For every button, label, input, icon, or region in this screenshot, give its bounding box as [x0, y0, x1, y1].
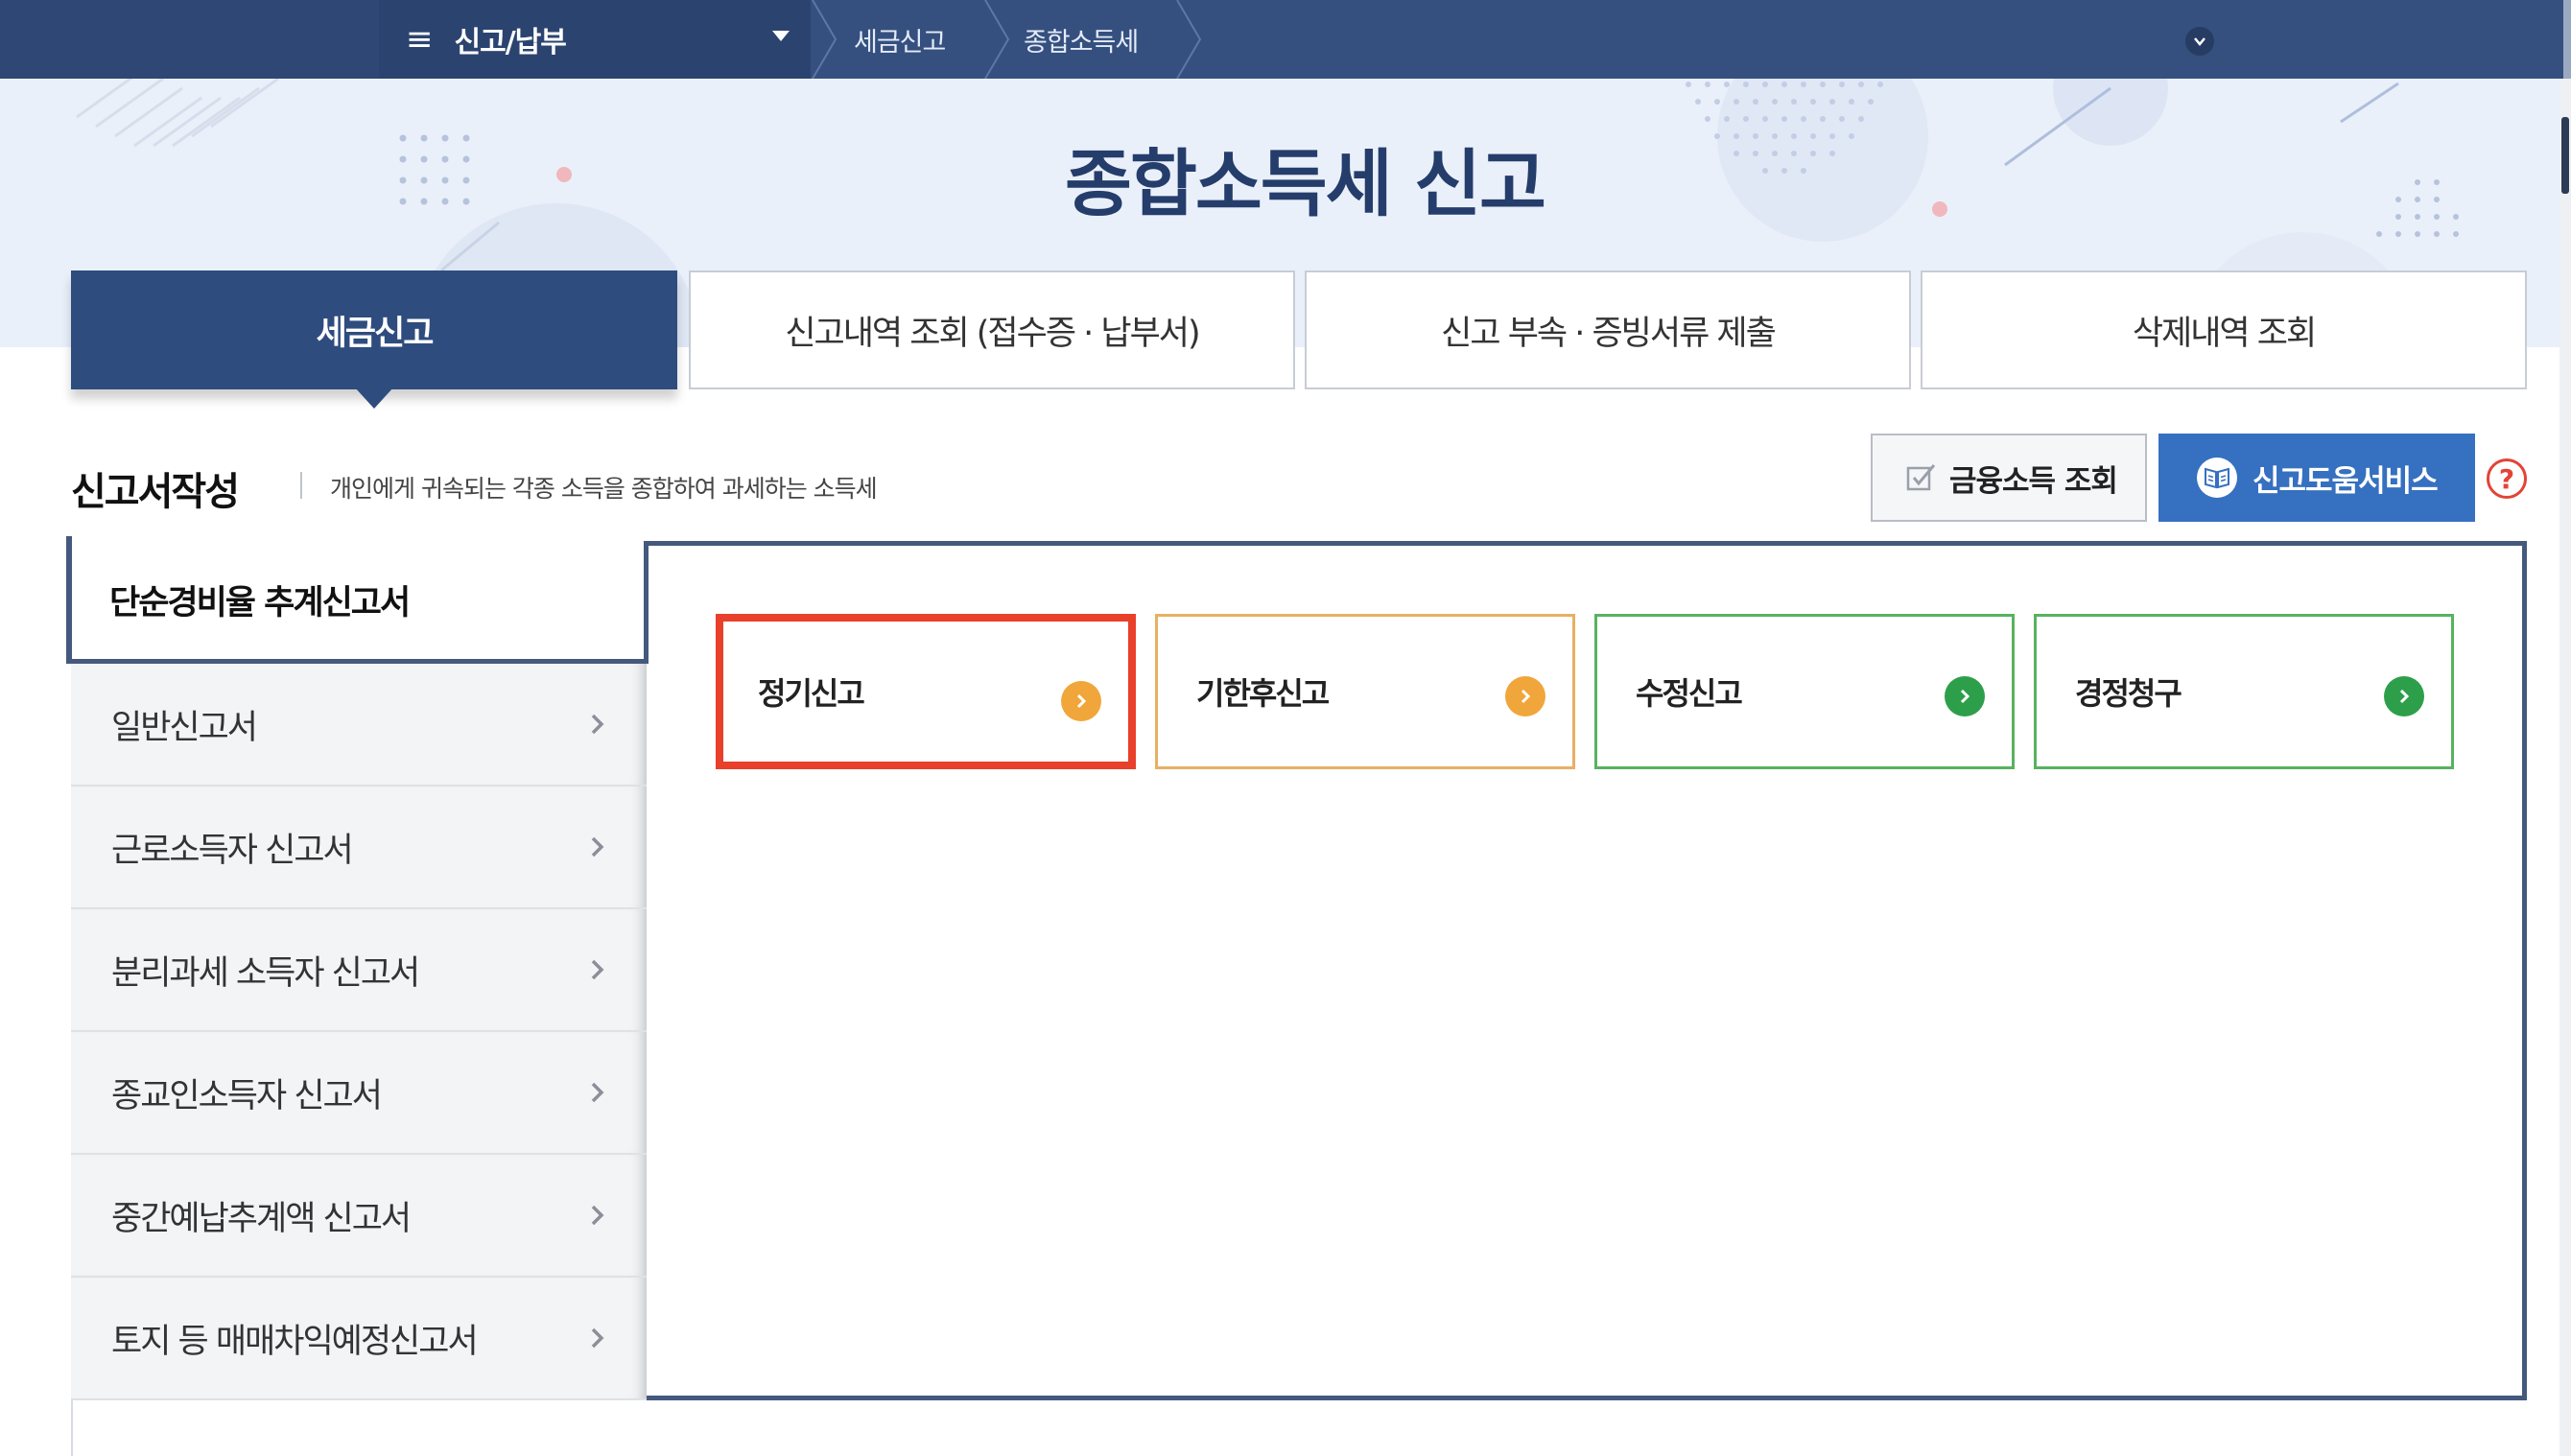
breadcrumb-separator-icon	[811, 0, 839, 80]
main-menu-label: 신고/납부	[454, 26, 567, 59]
card-correction-claim[interactable]: 경정청구	[2034, 614, 2454, 769]
sidebar-item-wage-earner-report[interactable]: 근로소득자 신고서	[71, 787, 647, 909]
tab-deletion-history[interactable]: 삭제내역 조회	[1921, 270, 2527, 389]
chevron-right-icon	[591, 1205, 604, 1226]
breadcrumb-separator-icon	[1175, 0, 1204, 80]
chevron-right-icon	[591, 836, 604, 857]
book-icon	[2197, 458, 2237, 498]
tab-tax-report[interactable]: 세금신고	[71, 270, 677, 409]
sidebar-item-label: 중간예납추계액 신고서	[111, 1199, 412, 1238]
financial-income-inquiry-button[interactable]: 금융소득 조회	[1871, 434, 2147, 522]
page-title: 종합소득세 신고	[1065, 141, 1546, 226]
arrow-right-circle-icon	[1505, 676, 1545, 716]
tab-attachment-submission[interactable]: 신고 부속 · 증빙서류 제출	[1305, 270, 1911, 389]
breadcrumb-separator-icon	[983, 0, 1012, 80]
card-label: 경정청구	[2075, 675, 2182, 712]
sidebar-item-label: 근로소득자 신고서	[111, 831, 354, 870]
filing-help-service-label: 신고도움서비스	[2253, 463, 2439, 499]
checkbox-edit-icon	[1906, 464, 1936, 491]
sidebar-item-simple-expense-rate[interactable]: 단순경비율 추계신고서	[66, 536, 649, 664]
card-amended-report[interactable]: 수정신고	[1594, 614, 2015, 769]
card-label: 수정신고	[1636, 675, 1743, 712]
section-divider	[300, 472, 302, 499]
sidebar-item-label: 단순경비율 추계신고서	[109, 584, 411, 622]
arrow-right-circle-icon	[1945, 676, 1985, 716]
nav-scroll-edge	[2563, 0, 2571, 79]
active-tab-pointer-icon	[355, 387, 393, 409]
section-description: 개인에게 귀속되는 각종 소득을 종합하여 과세하는 소득세	[330, 475, 878, 503]
filing-help-service-button[interactable]: 신고도움서비스	[2158, 434, 2475, 522]
sidebar-item-land-sale-profit-report[interactable]: 토지 등 매매차익예정신고서	[71, 1278, 647, 1400]
sidebar-item-interim-prepayment-report[interactable]: 중간예납추계액 신고서	[71, 1155, 647, 1278]
card-late-report[interactable]: 기한후신고	[1155, 614, 1575, 769]
sidebar-item-label: 일반신고서	[111, 708, 258, 747]
chevron-right-icon	[591, 1327, 604, 1349]
sidebar-menu: 일반신고서 근로소득자 신고서 분리과세 소득자 신고서 종교인소득자 신고서 …	[71, 664, 647, 1400]
sidebar-item-religious-income-report[interactable]: 종교인소득자 신고서	[71, 1032, 647, 1155]
card-label: 기한후신고	[1196, 675, 1330, 712]
financial-income-inquiry-label: 금융소득 조회	[1949, 463, 2118, 499]
main-tabs: 세금신고 신고내역 조회 (접수증 · 납부서) 신고 부속 · 증빙서류 제출…	[71, 270, 2527, 409]
tab-label: 세금신고	[316, 314, 435, 353]
sidebar-item-label: 종교인소득자 신고서	[111, 1076, 383, 1115]
breadcrumb-item-income-tax[interactable]: 종합소득세	[1024, 0, 1139, 79]
tab-label: 신고 부속 · 증빙서류 제출	[1441, 314, 1777, 353]
hamburger-icon: ≡	[406, 20, 434, 59]
section-title: 신고서작성	[71, 470, 240, 514]
main-menu-dropdown[interactable]: ≡ 신고/납부	[379, 0, 811, 79]
arrow-right-circle-icon	[1061, 681, 1101, 721]
sidebar-item-general-report[interactable]: 일반신고서	[71, 664, 647, 787]
scrollbar-thumb[interactable]	[2561, 117, 2569, 194]
nav-left-strip	[0, 0, 379, 79]
tab-label: 신고내역 조회 (접수증 · 납부서)	[785, 314, 1200, 353]
chevron-right-icon	[591, 714, 604, 735]
tab-report-history[interactable]: 신고내역 조회 (접수증 · 납부서)	[689, 270, 1295, 389]
breadcrumb-item-tax-report[interactable]: 세금신고	[854, 0, 946, 79]
sidebar-item-separate-taxation-report[interactable]: 분리과세 소득자 신고서	[71, 909, 647, 1032]
tab-label: 삭제내역 조회	[2132, 314, 2317, 353]
top-navigation-bar: ≡ 신고/납부 세금신고 종합소득세	[0, 0, 2571, 80]
sidebar-item-label: 분리과세 소득자 신고서	[111, 953, 420, 993]
arrow-right-circle-icon	[2384, 676, 2424, 716]
page-scrollbar[interactable]	[2559, 79, 2571, 1456]
card-regular-report[interactable]: 정기신고	[716, 614, 1136, 769]
caret-down-icon	[772, 31, 790, 41]
chevron-right-icon	[591, 1082, 604, 1103]
chevron-down-icon[interactable]	[2185, 27, 2214, 56]
sidebar-item-label: 토지 등 매매차익예정신고서	[111, 1322, 479, 1361]
card-label: 정기신고	[758, 675, 865, 712]
panel-edge	[71, 1400, 73, 1456]
help-question-icon[interactable]: ?	[2487, 458, 2527, 499]
chevron-right-icon	[591, 959, 604, 980]
